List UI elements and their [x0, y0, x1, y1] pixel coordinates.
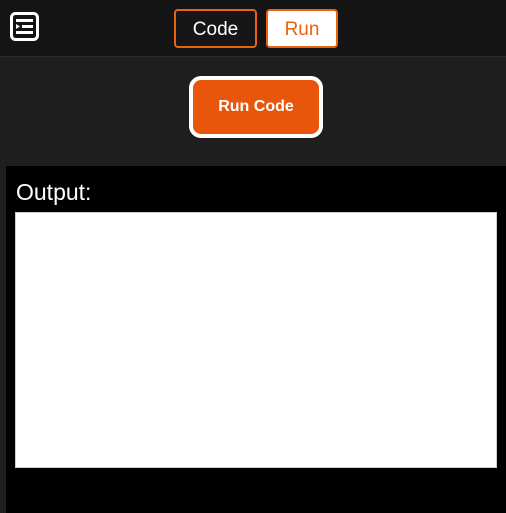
- output-panel: Output:: [6, 166, 506, 513]
- app-window: Code Run Run Code Output:: [0, 0, 506, 513]
- run-code-button[interactable]: Run Code: [189, 76, 323, 138]
- top-bar: Code Run: [0, 0, 506, 57]
- tab-run[interactable]: Run: [266, 9, 338, 48]
- output-box[interactable]: [15, 212, 497, 468]
- run-area: Run Code: [0, 57, 506, 166]
- output-label: Output:: [16, 179, 92, 205]
- tab-code[interactable]: Code: [174, 9, 257, 48]
- sidebar-menu-icon[interactable]: [10, 12, 39, 41]
